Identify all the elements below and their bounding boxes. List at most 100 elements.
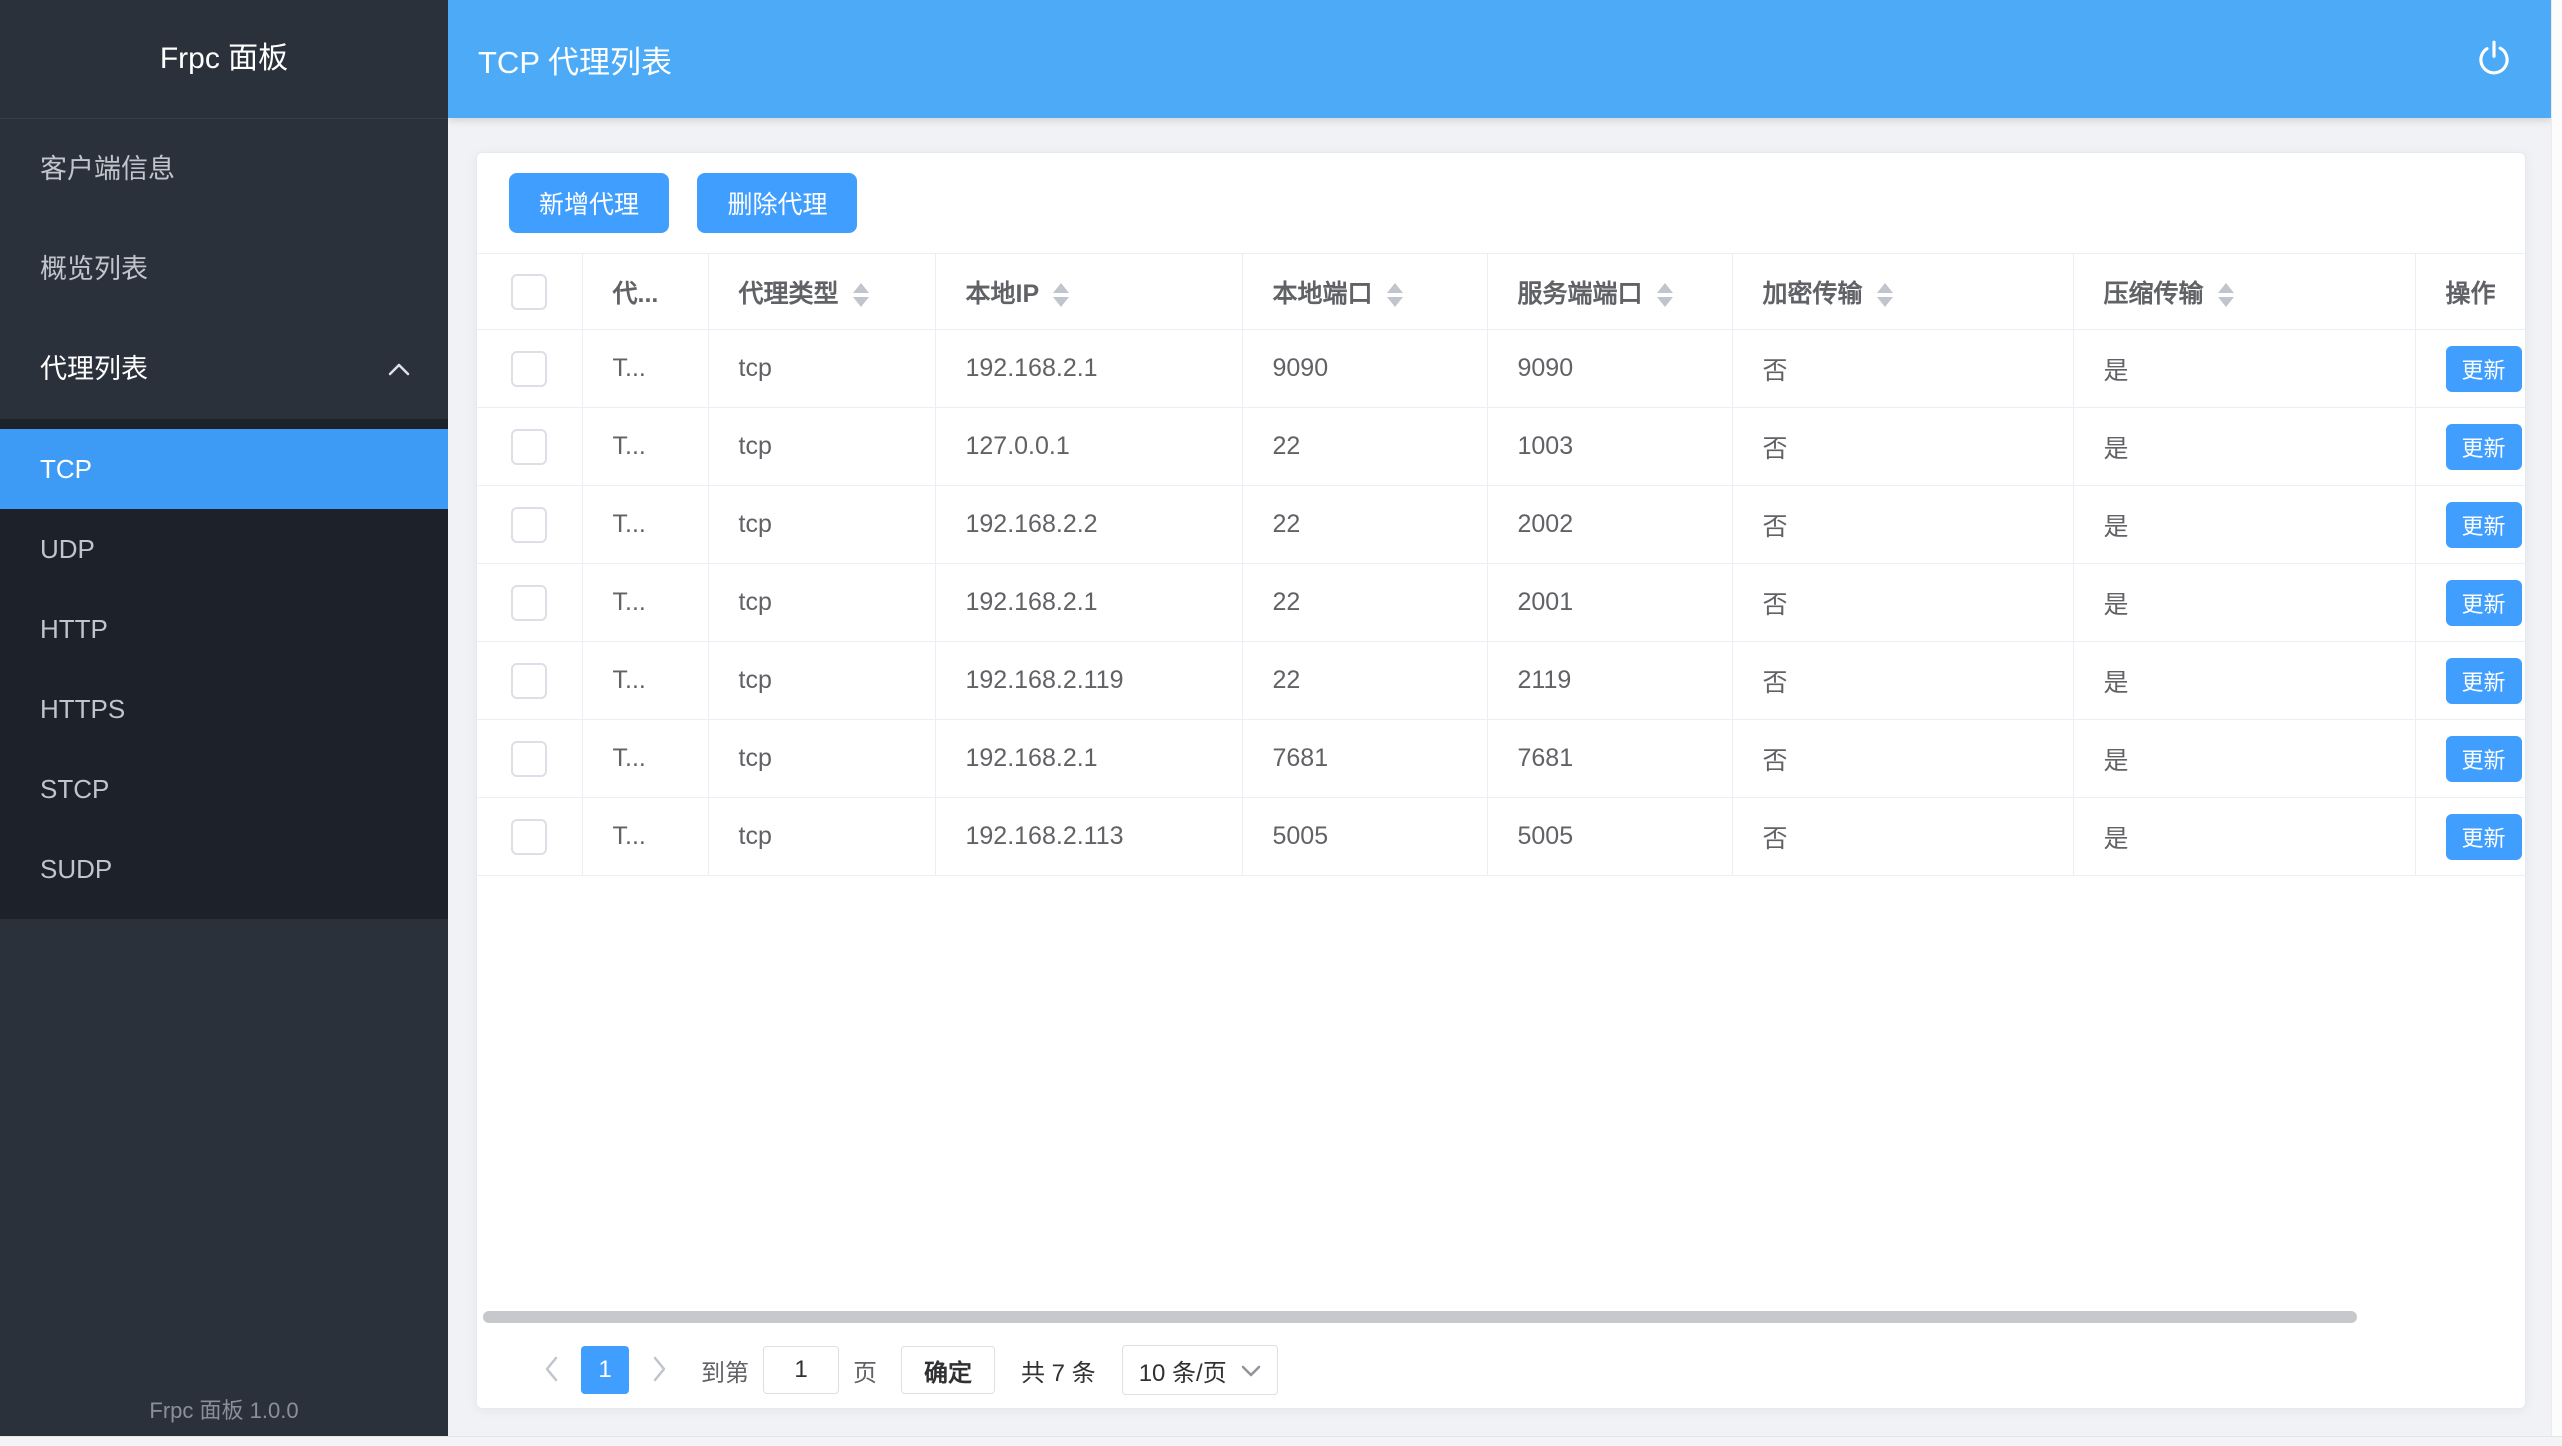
proxy-submenu: TCP UDP HTTP HTTPS STCP SUDP — [0, 419, 448, 919]
col-header-local-port[interactable]: 本地端口 — [1242, 254, 1487, 330]
table-row: T... tcp 192.168.2.2 22 2002 否 是 更新 — [477, 486, 2525, 564]
table-horizontal-scrollbar[interactable] — [483, 1311, 2357, 1323]
cell-compressed: 是 — [2073, 486, 2415, 564]
sort-caret-icon[interactable] — [1053, 283, 1069, 307]
page-size-value: 10 条/页 — [1139, 1353, 1227, 1388]
cell-compressed: 是 — [2073, 642, 2415, 720]
add-proxy-button[interactable]: 新增代理 — [509, 173, 669, 233]
row-checkbox[interactable] — [511, 741, 547, 777]
col-header-proxy-name: 代... — [582, 254, 708, 330]
cell-encrypted: 否 — [1732, 330, 2073, 408]
sort-caret-icon[interactable] — [1657, 283, 1673, 307]
cell-encrypted: 否 — [1732, 486, 2073, 564]
select-all-checkbox[interactable] — [511, 274, 547, 310]
sort-caret-icon[interactable] — [2218, 283, 2234, 307]
app-title: Frpc 面板 — [0, 0, 448, 119]
update-button[interactable]: 更新 — [2446, 814, 2522, 860]
col-header-server-port[interactable]: 服务端端口 — [1487, 254, 1732, 330]
table-row: T... tcp 192.168.2.119 22 2119 否 是 更新 — [477, 642, 2525, 720]
row-checkbox[interactable] — [511, 351, 547, 387]
cell-proxy-name: T... — [582, 564, 708, 642]
cell-proxy-type: tcp — [708, 408, 935, 486]
cell-encrypted: 否 — [1732, 564, 2073, 642]
chevron-up-icon — [388, 319, 410, 419]
cell-proxy-name: T... — [582, 330, 708, 408]
update-button[interactable]: 更新 — [2446, 424, 2522, 470]
col-header-proxy-type[interactable]: 代理类型 — [708, 254, 935, 330]
table-row: T... tcp 192.168.2.1 22 2001 否 是 更新 — [477, 564, 2525, 642]
next-page-button[interactable] — [639, 1346, 679, 1394]
page-title: TCP 代理列表 — [478, 37, 672, 82]
delete-proxy-button[interactable]: 删除代理 — [697, 173, 857, 233]
row-checkbox[interactable] — [511, 663, 547, 699]
confirm-button[interactable]: 确定 — [901, 1346, 995, 1394]
update-button[interactable]: 更新 — [2446, 580, 2522, 626]
cell-compressed: 是 — [2073, 720, 2415, 798]
cell-local-ip: 192.168.2.1 — [935, 330, 1242, 408]
cell-compressed: 是 — [2073, 564, 2415, 642]
cell-proxy-type: tcp — [708, 720, 935, 798]
sort-caret-icon[interactable] — [1387, 283, 1403, 307]
cell-local-port: 5005 — [1242, 798, 1487, 876]
sidebar-item-overview[interactable]: 概览列表 — [0, 219, 448, 319]
sidebar-item-label: 客户端信息 — [40, 154, 175, 184]
power-icon — [2473, 37, 2515, 82]
cell-compressed: 是 — [2073, 330, 2415, 408]
update-button[interactable]: 更新 — [2446, 736, 2522, 782]
cell-local-ip: 192.168.2.1 — [935, 720, 1242, 798]
sidebar-item-udp[interactable]: UDP — [0, 509, 448, 589]
cell-server-port: 1003 — [1487, 408, 1732, 486]
sort-caret-icon[interactable] — [853, 283, 869, 307]
cell-local-port: 22 — [1242, 642, 1487, 720]
col-header-compressed[interactable]: 压缩传输 — [2073, 254, 2415, 330]
sidebar-item-proxy-list[interactable]: 代理列表 — [0, 319, 448, 419]
sidebar-item-label: 概览列表 — [40, 254, 148, 284]
cell-local-ip: 192.168.2.119 — [935, 642, 1242, 720]
chevron-right-icon — [652, 1356, 667, 1385]
page-number-active[interactable]: 1 — [581, 1346, 629, 1394]
row-checkbox[interactable] — [511, 819, 547, 855]
col-header-encrypted[interactable]: 加密传输 — [1732, 254, 2073, 330]
col-header-local-ip[interactable]: 本地IP — [935, 254, 1242, 330]
cell-encrypted: 否 — [1732, 720, 2073, 798]
sort-caret-icon[interactable] — [1877, 283, 1893, 307]
sidebar-item-client-info[interactable]: 客户端信息 — [0, 119, 448, 219]
col-header-operation: 操作 — [2415, 254, 2525, 330]
cell-proxy-type: tcp — [708, 486, 935, 564]
cell-proxy-type: tcp — [708, 330, 935, 408]
cell-server-port: 9090 — [1487, 330, 1732, 408]
sidebar-item-stcp[interactable]: STCP — [0, 749, 448, 829]
sidebar-item-tcp[interactable]: TCP — [0, 429, 448, 509]
cell-compressed: 是 — [2073, 408, 2415, 486]
cell-local-port: 22 — [1242, 408, 1487, 486]
page-size-select[interactable]: 10 条/页 — [1122, 1345, 1278, 1395]
sidebar-item-sudp[interactable]: SUDP — [0, 829, 448, 909]
cell-local-ip: 192.168.2.1 — [935, 564, 1242, 642]
cell-server-port: 7681 — [1487, 720, 1732, 798]
page-horizontal-scrollbar[interactable] — [0, 1436, 2562, 1446]
row-checkbox[interactable] — [511, 429, 547, 465]
cell-local-port: 22 — [1242, 486, 1487, 564]
prev-page-button[interactable] — [531, 1346, 571, 1394]
update-button[interactable]: 更新 — [2446, 502, 2522, 548]
main-content: 新增代理 删除代理 代... 代理类型 本地IP 本地端口 服务端端口 加密传输… — [448, 118, 2552, 1437]
cell-local-ip: 192.168.2.2 — [935, 486, 1242, 564]
app-version: Frpc 面板 1.0.0 — [0, 1393, 448, 1425]
goto-page-input[interactable] — [763, 1346, 839, 1394]
update-button[interactable]: 更新 — [2446, 658, 2522, 704]
cell-server-port: 2001 — [1487, 564, 1732, 642]
goto-label: 到第 — [701, 1353, 749, 1388]
row-checkbox[interactable] — [511, 507, 547, 543]
update-button[interactable]: 更新 — [2446, 346, 2522, 392]
sidebar-item-https[interactable]: HTTPS — [0, 669, 448, 749]
row-checkbox[interactable] — [511, 585, 547, 621]
sidebar-item-http[interactable]: HTTP — [0, 589, 448, 669]
page-vertical-scrollbar[interactable] — [2551, 0, 2562, 1446]
cell-local-port: 22 — [1242, 564, 1487, 642]
power-button[interactable] — [2466, 31, 2522, 87]
cell-server-port: 2119 — [1487, 642, 1732, 720]
cell-compressed: 是 — [2073, 798, 2415, 876]
table-toolbar: 新增代理 删除代理 — [477, 153, 2525, 253]
cell-encrypted: 否 — [1732, 408, 2073, 486]
cell-local-ip: 192.168.2.113 — [935, 798, 1242, 876]
